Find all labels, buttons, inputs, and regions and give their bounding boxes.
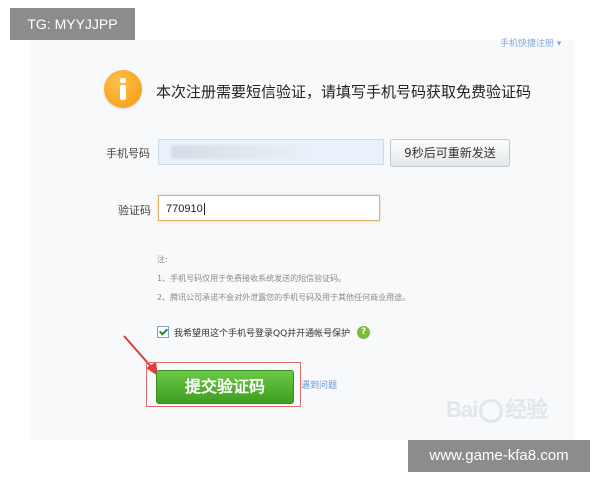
paw-icon: [479, 399, 504, 424]
code-value: 770910: [166, 203, 203, 215]
notes-line-1: 1、手机号码仅用于免费接收系统发送的短信验证码。: [157, 274, 347, 283]
watermark-top-left: TG: MYYJJPP: [10, 8, 135, 40]
code-label: 验证码: [118, 204, 151, 217]
resend-button[interactable]: 9秒后可重新发送: [390, 139, 510, 167]
phone-input[interactable]: [158, 139, 384, 165]
watermark-bottom-right: www.game-kfa8.com: [408, 440, 590, 472]
quick-register-link[interactable]: 手机快捷注册 ▾: [500, 36, 561, 49]
qq-login-option[interactable]: 我希望用这个手机号登录QQ并开通帐号保护 ?: [157, 325, 371, 339]
help-icon[interactable]: ?: [357, 325, 371, 339]
text-caret: [203, 203, 205, 216]
notes-line-2: 2、腾讯公司承诺不会对外泄露您的手机号码及用于其他任何商业用途。: [157, 293, 411, 302]
baidu-jingyan-logo: Bai 经验: [446, 397, 548, 424]
help-link[interactable]: 遇到问题: [301, 378, 337, 391]
phone-label: 手机号码: [106, 147, 150, 160]
notes: 注: 1、手机号码仅用于免费接收系统发送的短信验证码。 2、腾讯公司承诺不会对外…: [157, 250, 410, 307]
verification-code-input[interactable]: 770910: [158, 195, 380, 221]
page-title: 本次注册需要短信验证，请填写手机号码获取免费验证码: [156, 83, 532, 101]
notes-title: 注:: [157, 255, 168, 264]
qq-login-checkbox-label: 我希望用这个手机号登录QQ并开通帐号保护: [174, 328, 351, 339]
submit-code-button[interactable]: 提交验证码: [156, 370, 294, 404]
info-icon: [104, 70, 142, 108]
blurred-phone-number: [171, 145, 321, 159]
